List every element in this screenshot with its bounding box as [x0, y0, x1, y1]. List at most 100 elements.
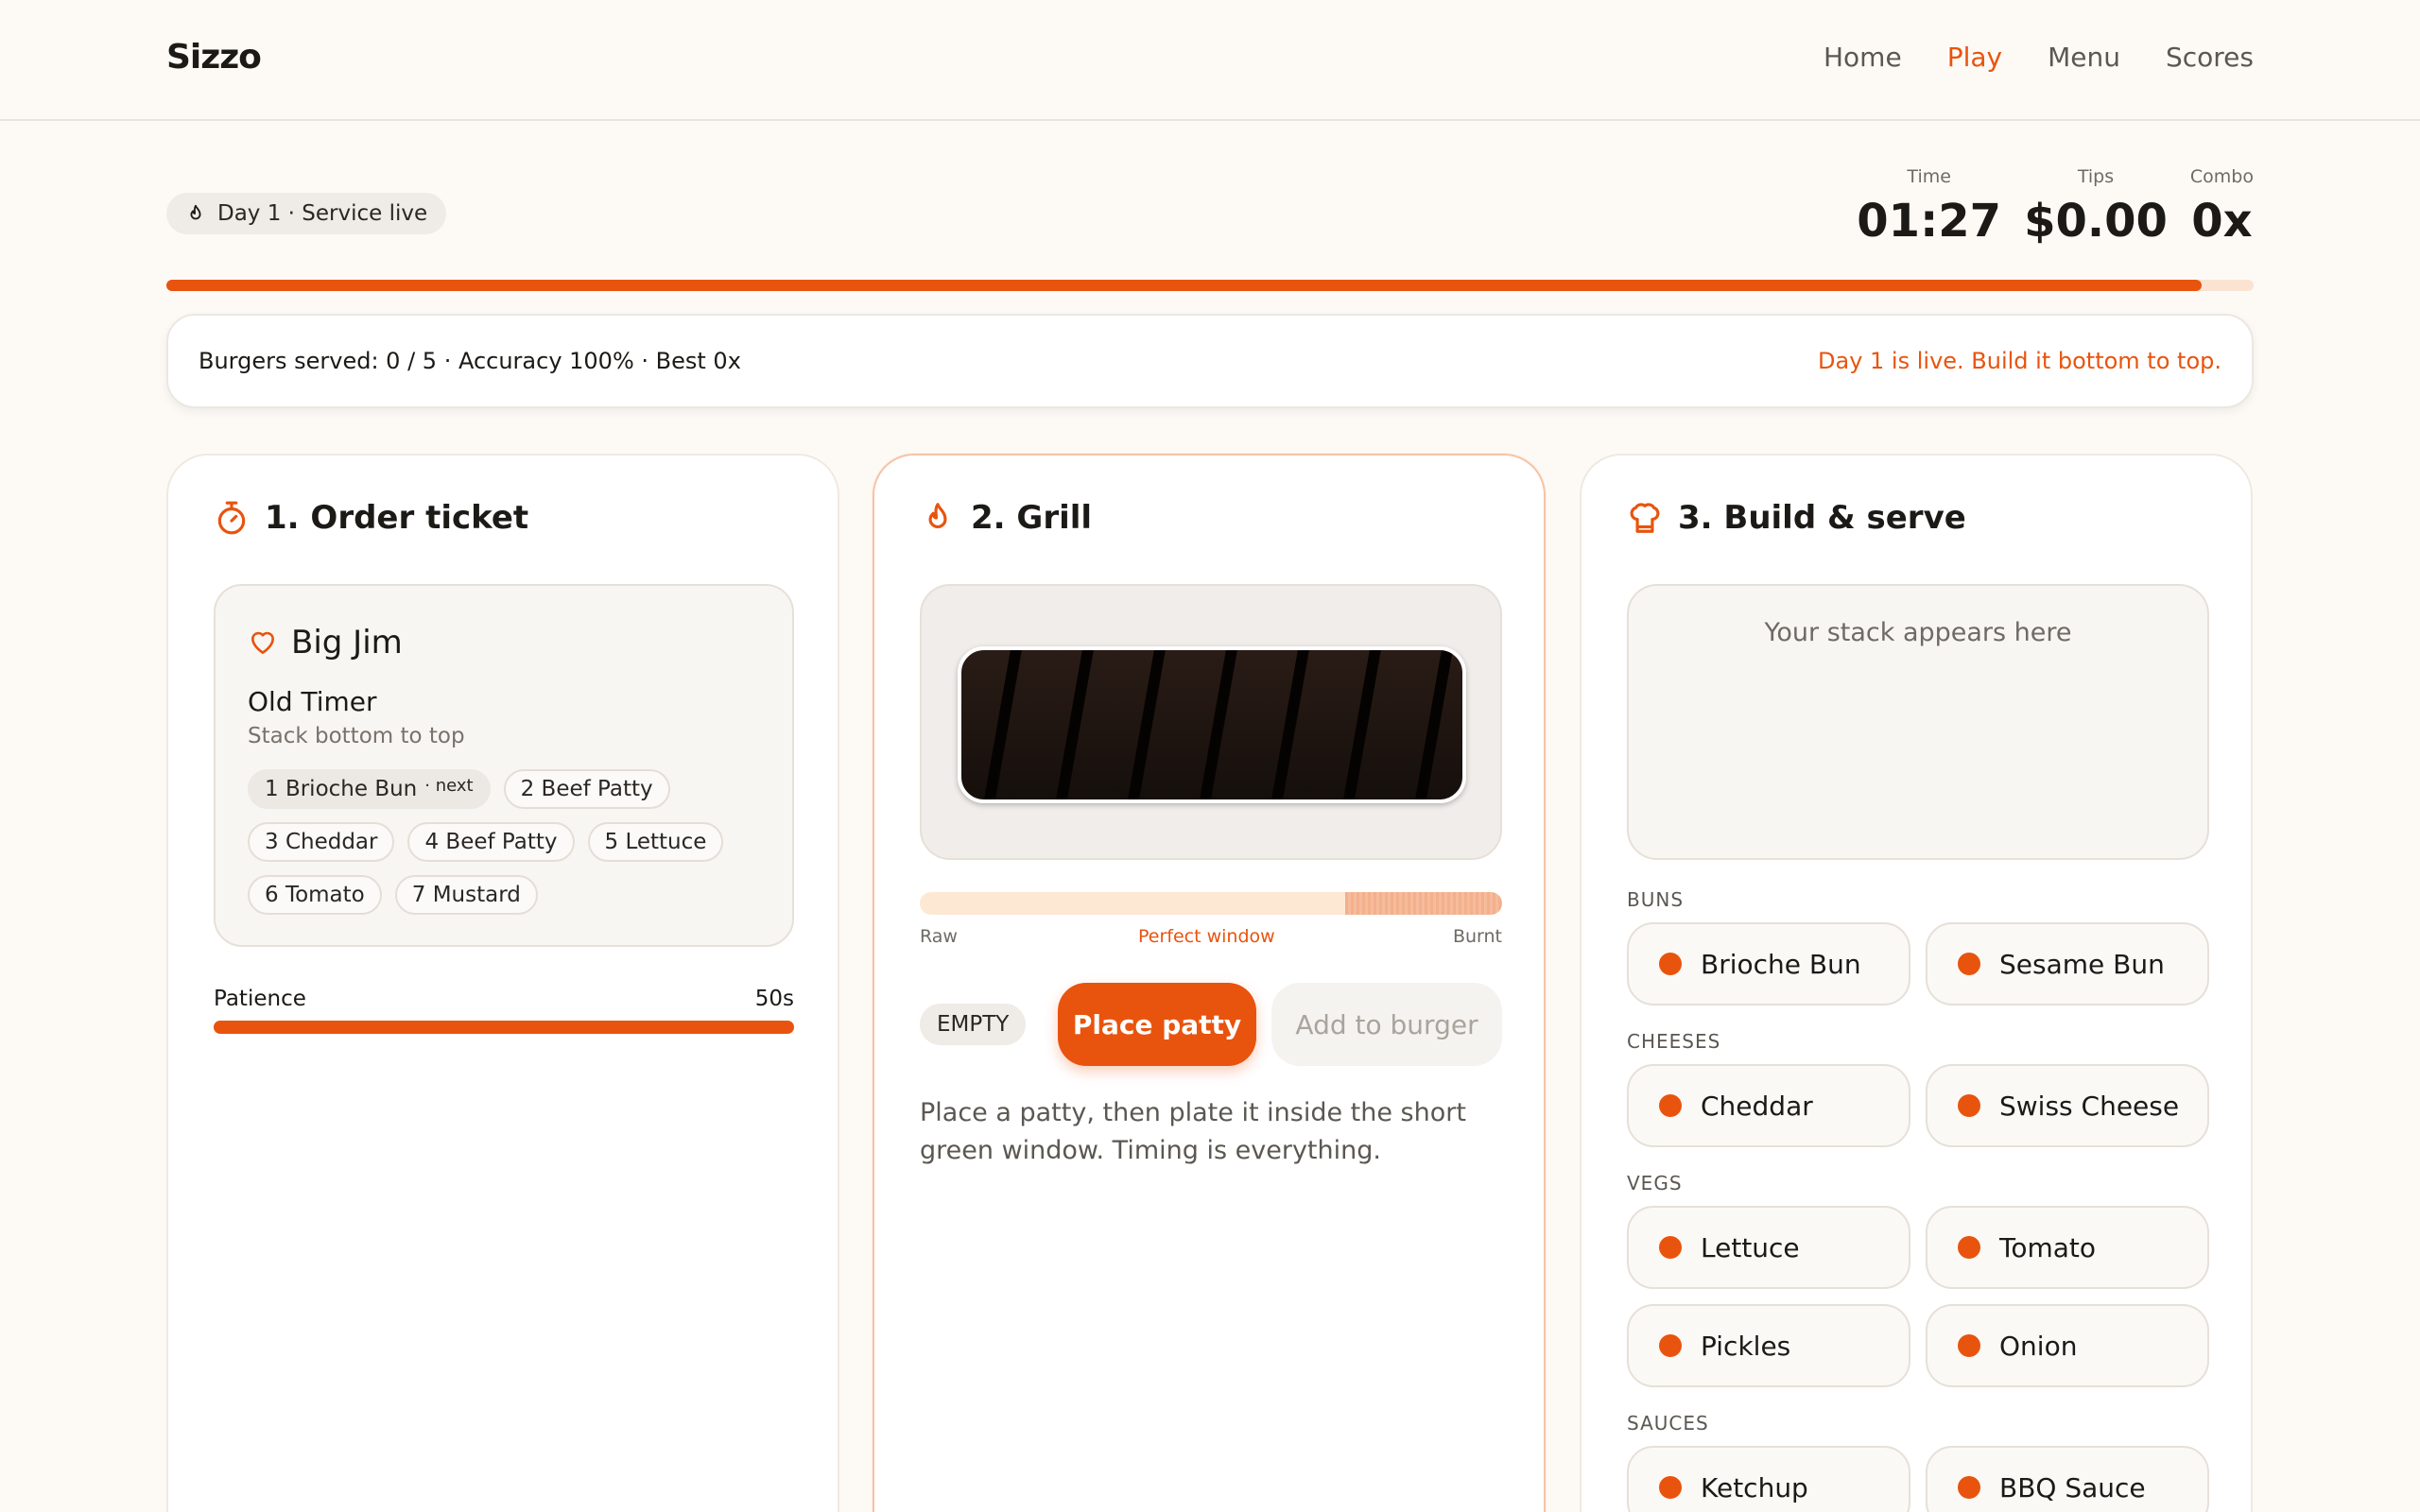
flame-icon — [928, 503, 947, 529]
day-status-pill: Day 1 · Service live — [166, 193, 447, 234]
perfect-window-label: Perfect window — [1138, 926, 1275, 947]
ingredient-cheddar[interactable]: Cheddar — [1627, 1064, 1910, 1147]
ingredient-row-vegs-2: Pickles Onion — [1627, 1304, 2209, 1387]
customer-name: Big Jim — [291, 624, 403, 662]
ingredient-dot — [1659, 1476, 1682, 1499]
ingredient-dot — [1659, 1236, 1682, 1259]
nav-menu[interactable]: Menu — [2048, 42, 2120, 73]
ingredient-label: Sesame Bun — [1999, 948, 2165, 980]
stopwatch-icon — [217, 501, 246, 535]
build-serve-heading: 3. Build & serve — [1627, 499, 1966, 537]
build-serve-card: 3. Build & serve Your stack appears here… — [1580, 454, 2253, 1512]
ingredient-row-vegs-1: Lettuce Tomato — [1627, 1206, 2209, 1289]
grill-grate — [1409, 650, 1455, 799]
ingredient-label: BBQ Sauce — [1999, 1471, 2146, 1503]
ingredient-ketchup[interactable]: Ketchup — [1627, 1446, 1910, 1512]
perfect-window-zone — [1344, 892, 1502, 915]
nav-play[interactable]: Play — [1947, 42, 2002, 73]
ingredient-dot — [1659, 1094, 1682, 1117]
order-item: 7 Mustard — [394, 875, 538, 915]
service-message: Day 1 is live. Build it bottom to top. — [1818, 348, 2221, 374]
order-item: 6 Tomato — [248, 875, 382, 915]
cook-timing-bar — [920, 892, 1502, 915]
ingredient-label: Cheddar — [1701, 1090, 1813, 1122]
order-items: 1 Brioche Bun · next 2 Beef Patty 3 Ched… — [248, 769, 777, 915]
order-ticket-title: 1. Order ticket — [265, 499, 529, 537]
ingredient-dot — [1659, 953, 1682, 975]
grill-plate[interactable] — [958, 646, 1466, 803]
status-banner: Burgers served: 0 / 5 · Accuracy 100% · … — [166, 314, 2254, 408]
order-item: 4 Beef Patty — [407, 822, 575, 862]
order-item: 2 Beef Patty — [503, 769, 670, 809]
time-stat: Time 01:27 — [1857, 166, 2001, 248]
combo-value: 0x — [2191, 195, 2253, 248]
combo-stat: Combo 0x — [2190, 166, 2254, 248]
patience-bar — [214, 1021, 794, 1034]
ingredient-dot — [1958, 1094, 1980, 1117]
ingredient-lettuce[interactable]: Lettuce — [1627, 1206, 1910, 1289]
ingredient-bbq-sauce[interactable]: BBQ Sauce — [1926, 1446, 2209, 1512]
order-item: 5 Lettuce — [587, 822, 724, 862]
heart-icon — [251, 631, 274, 654]
grill-heading: 2. Grill — [920, 499, 1092, 537]
tips-stat: Tips $0.00 — [2024, 166, 2168, 248]
ingredient-label: Pickles — [1701, 1330, 1791, 1362]
ingredient-pickles[interactable]: Pickles — [1627, 1304, 1910, 1387]
burger-stack-area[interactable]: Your stack appears here — [1627, 584, 2209, 860]
ingredient-dot — [1958, 953, 1980, 975]
burnt-label: Burnt — [1452, 926, 1502, 947]
ingredient-dot — [1958, 1236, 1980, 1259]
grill-title: 2. Grill — [971, 499, 1093, 537]
group-label-cheeses: CHEESES — [1627, 1030, 1721, 1053]
group-label-vegs: VEGS — [1627, 1172, 1683, 1194]
grill-grate — [1050, 650, 1096, 799]
order-hint: Stack bottom to top — [248, 724, 465, 748]
add-to-burger-button[interactable]: Add to burger — [1271, 983, 1502, 1066]
ingredient-dot — [1958, 1334, 1980, 1357]
ingredient-dot — [1659, 1334, 1682, 1357]
order-ticket-heading: 1. Order ticket — [214, 499, 528, 537]
patience-label: Patience — [214, 987, 306, 1011]
ingredient-sesame-bun[interactable]: Sesame Bun — [1926, 922, 2209, 1005]
logo[interactable]: Sizzo — [166, 38, 262, 77]
ingredient-tomato[interactable]: Tomato — [1926, 1206, 2209, 1289]
grill-help-text: Place a patty, then plate it inside the … — [920, 1098, 1466, 1165]
ingredient-label: Swiss Cheese — [1999, 1090, 2180, 1122]
time-label: Time — [1907, 166, 1951, 187]
timing-labels: Raw Perfect window Burnt — [920, 926, 1502, 949]
grill-grate — [1122, 650, 1167, 799]
ingredient-onion[interactable]: Onion — [1926, 1304, 2209, 1387]
tips-value: $0.00 — [2024, 195, 2168, 248]
ingredient-dot — [1958, 1476, 1980, 1499]
order-item-next: 1 Brioche Bun · next — [248, 769, 491, 809]
ingredient-row-buns: Brioche Bun Sesame Bun — [1627, 922, 2209, 1005]
order-item: 3 Cheddar — [248, 822, 395, 862]
grill-grate — [1338, 650, 1383, 799]
ingredient-label: Onion — [1999, 1330, 2078, 1362]
nav-scores[interactable]: Scores — [2166, 42, 2254, 73]
tips-label: Tips — [2077, 166, 2115, 187]
ingredient-row-sauces: Ketchup BBQ Sauce — [1627, 1446, 2209, 1512]
grill-area — [920, 584, 1502, 860]
place-patty-button[interactable]: Place patty — [1058, 983, 1256, 1066]
next-tag: · next — [424, 775, 474, 796]
order-ticket-card: 1. Order ticket Big Jim Old Timer Stack … — [166, 454, 839, 1512]
grill-card: 2. Grill Raw Perfect window Burnt EMPTY … — [873, 454, 1546, 1512]
grill-grate — [978, 650, 1024, 799]
patience-meter: Patience 50s — [214, 987, 794, 1034]
burger-name: Old Timer — [248, 686, 377, 717]
chef-hat-icon — [1630, 503, 1660, 533]
ingredient-label: Lettuce — [1701, 1231, 1800, 1263]
build-serve-title: 3. Build & serve — [1678, 499, 1966, 537]
order-item-label: 1 Brioche Bun — [265, 777, 418, 801]
ingredient-brioche-bun[interactable]: Brioche Bun — [1627, 922, 1910, 1005]
order-ticket: Big Jim Old Timer Stack bottom to top 1 … — [214, 584, 794, 947]
day-progress-bar — [166, 280, 2254, 291]
grill-grate — [1266, 650, 1311, 799]
ingredient-swiss-cheese[interactable]: Swiss Cheese — [1926, 1064, 2209, 1147]
nav-home[interactable]: Home — [1824, 42, 1902, 73]
combo-label: Combo — [2189, 166, 2254, 187]
main-nav: Home Play Menu Scores — [1824, 42, 2254, 73]
grill-controls: EMPTY Place patty Add to burger — [920, 983, 1502, 1066]
ingredient-label: Brioche Bun — [1701, 948, 1861, 980]
